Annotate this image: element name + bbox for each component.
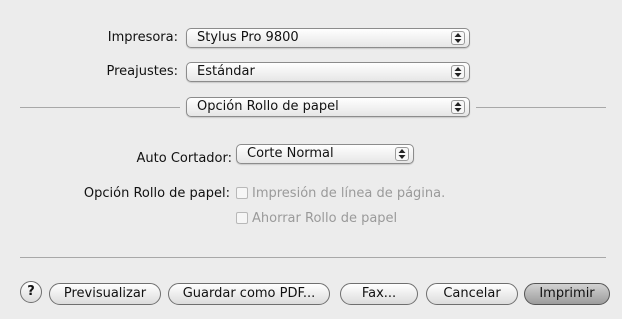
page-line-checkbox-label: Impresión de línea de página. [252, 186, 446, 201]
print-button[interactable]: Imprimir [524, 283, 610, 305]
page-line-checkbox-row[interactable]: Impresión de línea de página. [236, 186, 445, 201]
printer-label: Impresora: [107, 30, 178, 45]
pane-selector-popup[interactable]: Opción Rollo de papel [186, 97, 470, 117]
updown-arrows-icon [395, 147, 409, 161]
fax-button[interactable]: Fax... [340, 283, 418, 305]
updown-arrows-icon [451, 31, 465, 45]
separator-line-right [476, 107, 606, 108]
printer-popup-value: Stylus Pro 9800 [197, 30, 299, 45]
help-button[interactable]: ? [20, 281, 42, 303]
save-roll-paper-checkbox[interactable] [236, 212, 248, 224]
auto-cutter-popup[interactable]: Corte Normal [236, 144, 414, 164]
printer-popup[interactable]: Stylus Pro 9800 [186, 28, 470, 48]
pane-selector-value: Opción Rollo de papel [197, 99, 339, 114]
presets-label: Preajustes: [106, 64, 178, 79]
updown-arrows-icon [451, 65, 465, 79]
save-roll-paper-checkbox-row[interactable]: Ahorrar Rollo de papel [236, 211, 397, 226]
auto-cutter-label: Auto Cortador: [136, 151, 232, 166]
save-as-pdf-button[interactable]: Guardar como PDF... [168, 283, 330, 305]
page-line-checkbox[interactable] [236, 187, 248, 199]
save-roll-paper-checkbox-label: Ahorrar Rollo de papel [252, 211, 398, 226]
bottom-separator [20, 257, 606, 258]
preview-button[interactable]: Previsualizar [49, 283, 161, 305]
presets-popup-value: Estándar [197, 64, 255, 79]
separator-line-left [20, 107, 180, 108]
auto-cutter-value: Corte Normal [247, 146, 334, 161]
updown-arrows-icon [451, 100, 465, 114]
roll-paper-option-label: Opción Rollo de papel: [83, 186, 230, 201]
cancel-button[interactable]: Cancelar [426, 283, 518, 305]
presets-popup[interactable]: Estándar [186, 62, 470, 82]
